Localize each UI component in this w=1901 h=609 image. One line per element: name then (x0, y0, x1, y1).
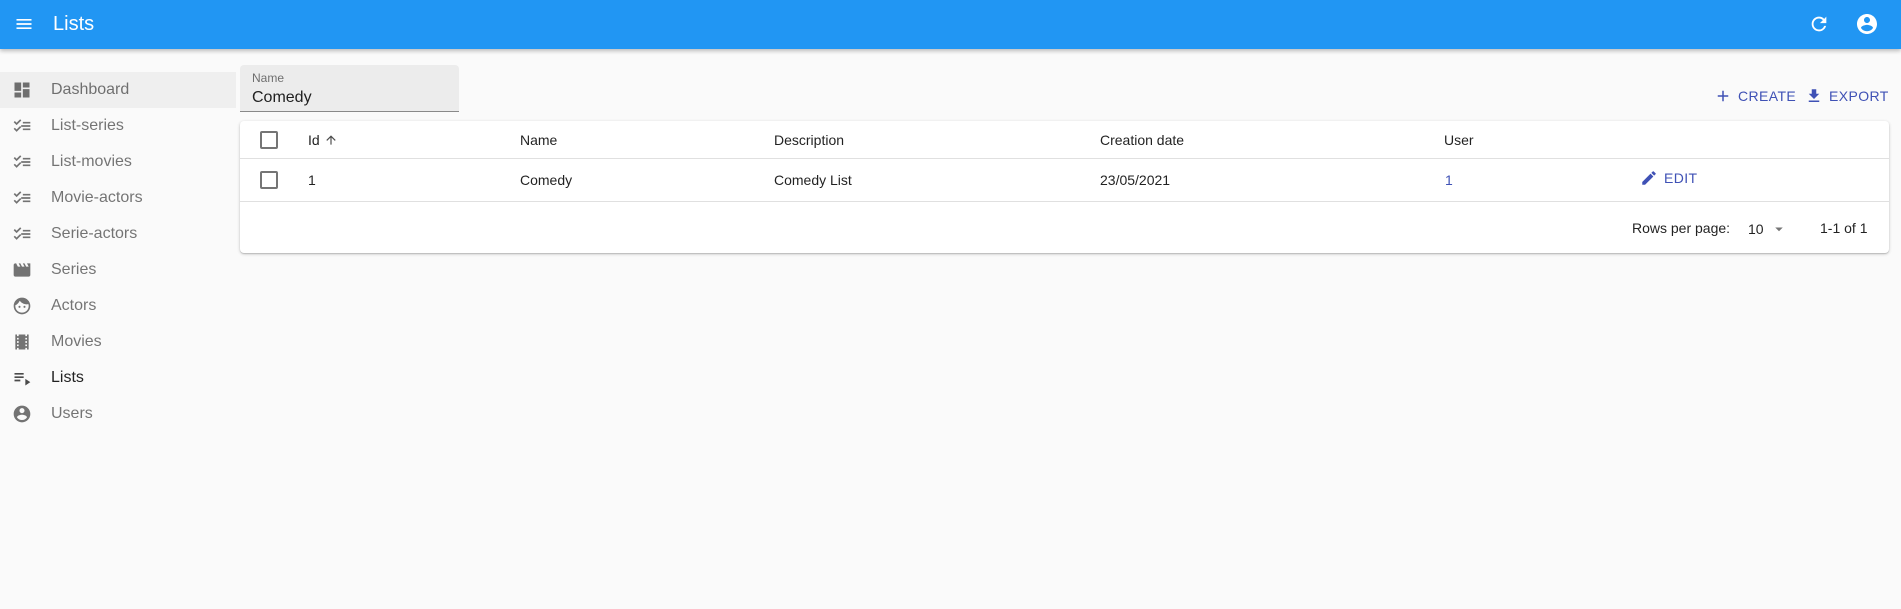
sidebar-item-label: Series (51, 261, 97, 278)
rows-per-page-value: 10 (1748, 221, 1764, 237)
sidebar-item-dashboard[interactable]: Dashboard (0, 72, 236, 108)
table-row[interactable]: 1 Comedy Comedy List 23/05/2021 1 EDIT (240, 159, 1889, 202)
cell-user-link[interactable]: 1 (1445, 172, 1453, 188)
sidebar-item-label: Movies (51, 333, 102, 350)
pencil-icon (1642, 171, 1656, 185)
name-filter-input[interactable] (252, 87, 447, 109)
app-bar: Lists (0, 0, 1901, 49)
checklist-icon (13, 191, 31, 204)
sidebar-item-list-movies[interactable]: List-movies (0, 144, 236, 180)
cell-description: Comedy List (774, 172, 852, 188)
cell-id: 1 (308, 172, 316, 188)
dashboard-icon (14, 82, 30, 98)
plus-icon (1717, 90, 1729, 102)
pagination: Rows per page: 10 1-1 of 1 (240, 202, 1889, 253)
sidebar-item-label: Users (51, 405, 93, 422)
sidebar-item-label: Movie-actors (51, 189, 143, 206)
column-header-user[interactable]: User (1444, 132, 1474, 148)
sidebar-item-label: Lists (51, 369, 84, 386)
cell-name: Comedy (520, 172, 573, 188)
menu-icon (16, 19, 32, 29)
column-header-description[interactable]: Description (774, 132, 844, 148)
account-button[interactable] (1852, 9, 1882, 39)
name-filter-label: Name (252, 71, 285, 85)
sidebar-item-label: List-series (51, 117, 124, 134)
checklist-icon (13, 119, 31, 132)
checklist-icon (13, 155, 31, 168)
create-button-label: CREATE (1738, 88, 1797, 104)
refresh-button[interactable] (1804, 9, 1834, 39)
menu-button[interactable] (8, 8, 40, 40)
dropdown-arrow-icon (1774, 227, 1783, 232)
sidebar-item-actors[interactable]: Actors (0, 288, 236, 324)
cell-creation-date: 23/05/2021 (1100, 172, 1171, 188)
export-button-label: EXPORT (1829, 88, 1889, 104)
column-header-label: Id (308, 132, 320, 148)
row-checkbox[interactable] (260, 171, 278, 189)
sidebar-item-movie-actors[interactable]: Movie-actors (0, 180, 236, 216)
name-filter[interactable]: Name (240, 65, 459, 112)
sidebar-item-series[interactable]: Series (0, 252, 236, 288)
pagination-range: 1-1 of 1 (1820, 220, 1868, 236)
checklist-icon (13, 227, 31, 240)
playlist-icon (14, 373, 31, 386)
sidebar-item-movies[interactable]: Movies (0, 324, 236, 360)
account-circle-icon (13, 405, 31, 423)
sort-arrow-up-icon (326, 135, 336, 145)
movie-clapper-icon (13, 263, 31, 277)
rows-per-page-select[interactable]: 10 (1748, 220, 1788, 238)
sidebar-item-users[interactable]: Users (0, 396, 236, 432)
film-strip-icon (15, 334, 29, 350)
lists-table: Id Name Description Creation date User 1… (240, 121, 1889, 253)
sidebar-item-lists[interactable]: Lists (0, 360, 236, 396)
edit-button[interactable]: EDIT (1640, 169, 1698, 187)
create-button[interactable]: CREATE (1714, 85, 1796, 107)
page-title: Lists (53, 13, 95, 35)
export-button[interactable]: EXPORT (1805, 85, 1889, 107)
refresh-icon (1811, 16, 1827, 32)
download-icon (1808, 89, 1820, 102)
sidebar-item-label: Actors (51, 297, 97, 314)
table-header-row: Id Name Description Creation date User (240, 121, 1889, 159)
account-circle-icon (1857, 14, 1877, 34)
face-icon (13, 297, 31, 315)
edit-button-label: EDIT (1664, 170, 1698, 186)
sidebar-item-label: Dashboard (51, 81, 130, 98)
sidebar-item-label: Serie-actors (51, 225, 138, 242)
column-header-name[interactable]: Name (520, 132, 557, 148)
sidebar: Dashboard List-series List-movies Movie-… (0, 72, 236, 432)
rows-per-page-label: Rows per page: (1632, 220, 1731, 236)
sidebar-item-label: List-movies (51, 153, 132, 170)
sidebar-item-list-series[interactable]: List-series (0, 108, 236, 144)
sidebar-item-serie-actors[interactable]: Serie-actors (0, 216, 236, 252)
select-all-checkbox[interactable] (260, 131, 278, 149)
column-header-id[interactable]: Id (308, 132, 338, 148)
column-header-creation-date[interactable]: Creation date (1100, 132, 1184, 148)
